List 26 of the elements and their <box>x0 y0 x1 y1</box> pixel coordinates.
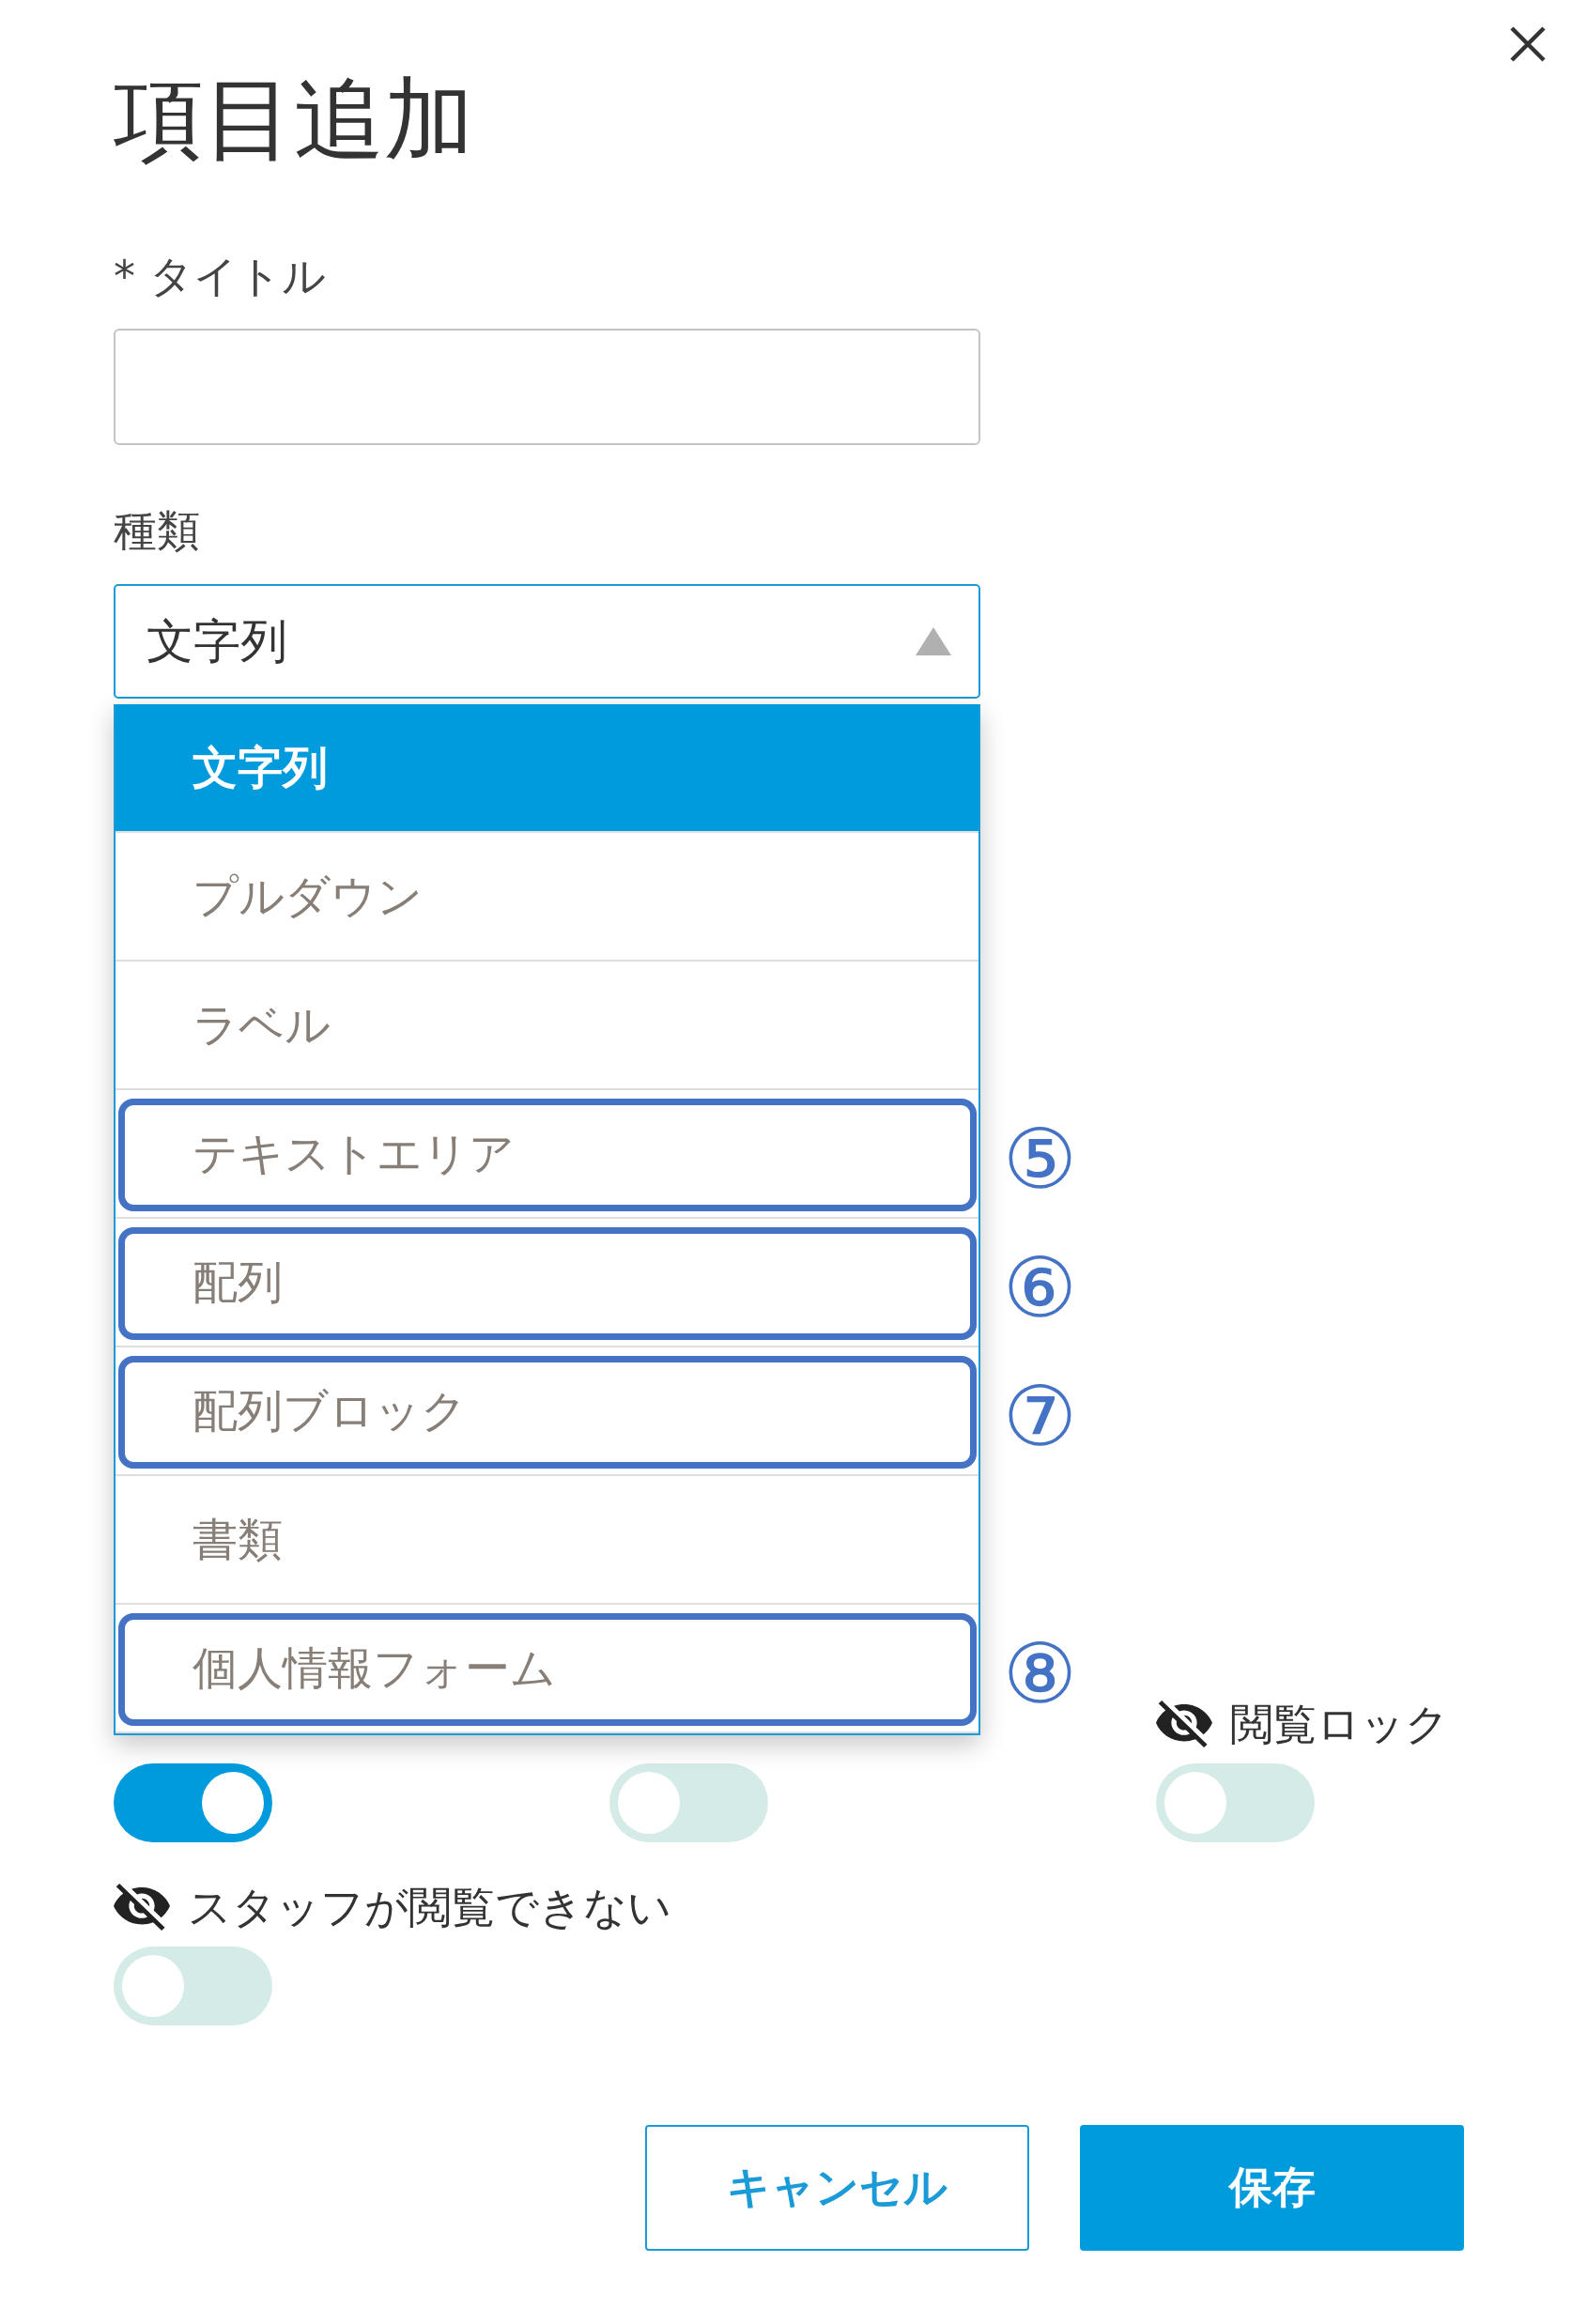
annotation-number: ⑦ <box>1003 1375 1077 1458</box>
dropdown-option[interactable]: 配列 <box>116 1219 978 1347</box>
dropdown-option[interactable]: テキストエリア <box>116 1090 978 1219</box>
eye-slash-icon <box>114 1884 170 1931</box>
annotation-number: ⑤ <box>1003 1117 1077 1201</box>
annotation-number: ⑧ <box>1003 1632 1077 1716</box>
annotation-number: ⑥ <box>1003 1246 1077 1330</box>
dropdown-option[interactable]: プルダウン <box>116 833 978 962</box>
toggle-label: スタッフが閲覧できない <box>188 1881 671 1934</box>
dropdown-option[interactable]: 個人情報フォーム <box>116 1605 978 1733</box>
close-icon <box>1509 25 1547 63</box>
dialog-title: 項目追加 <box>114 68 474 171</box>
dropdown-option[interactable]: ラベル <box>116 962 978 1090</box>
cancel-button[interactable]: キャンセル <box>645 2125 1029 2251</box>
save-button[interactable]: 保存 <box>1080 2125 1464 2251</box>
field-label: 種類 <box>114 504 201 558</box>
type-select[interactable]: 文字列 <box>114 584 980 699</box>
dropdown-option[interactable]: 文字列 <box>116 704 978 833</box>
caret-up-icon <box>916 627 951 655</box>
title-input-field[interactable] <box>114 329 980 445</box>
toggle-label: 閲覧ロック <box>1230 1698 1449 1751</box>
dropdown-option[interactable]: 書類 <box>116 1476 978 1605</box>
eye-slash-icon <box>1156 1701 1212 1747</box>
close-button[interactable] <box>1509 25 1547 63</box>
dropdown-option[interactable]: 配列ブロック <box>116 1347 978 1476</box>
field-label: * タイトル <box>114 250 327 303</box>
